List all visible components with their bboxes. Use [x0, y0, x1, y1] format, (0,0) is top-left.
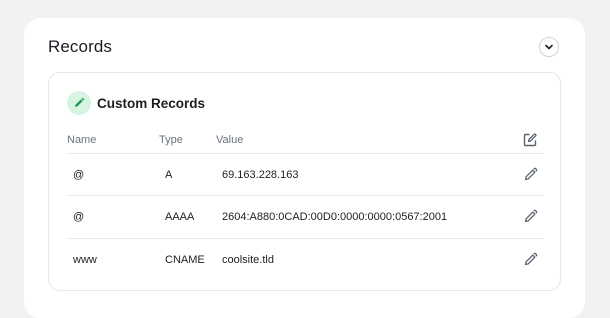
- collapse-button[interactable]: [539, 37, 559, 57]
- record-name: @: [73, 169, 85, 181]
- record-type: A: [165, 169, 173, 181]
- column-header-name: Name: [67, 134, 97, 146]
- pencil-icon: [67, 91, 91, 115]
- record-value: coolsite.tld: [222, 254, 274, 266]
- table-row: @ A 69.163.228.163: [67, 153, 544, 196]
- pencil-icon[interactable]: [523, 167, 538, 182]
- edit-square-icon[interactable]: [522, 132, 538, 148]
- column-header-type: Type: [159, 134, 183, 146]
- records-panel: Records Custom Records Name Type Value @…: [24, 18, 585, 318]
- card-title: Custom Records: [97, 95, 206, 111]
- record-type: CNAME: [165, 254, 205, 266]
- table-row: @ AAAA 2604:A880:0CAD:00D0:0000:0000:056…: [67, 195, 544, 238]
- record-value: 69.163.228.163: [222, 169, 299, 181]
- record-type: AAAA: [165, 211, 195, 223]
- record-name: @: [73, 211, 85, 223]
- table-row: www CNAME coolsite.tld: [67, 238, 544, 281]
- pencil-icon[interactable]: [523, 252, 538, 267]
- chevron-down-icon: [544, 42, 554, 52]
- record-value: 2604:A880:0CAD:00D0:0000:0000:0567:2001: [222, 211, 448, 223]
- card-header: Custom Records: [67, 91, 205, 115]
- record-name: www: [73, 254, 97, 266]
- custom-records-card: Custom Records Name Type Value @ A 69.16…: [48, 72, 561, 291]
- column-header-value: Value: [216, 134, 244, 146]
- section-title: Records: [48, 37, 113, 56]
- pencil-icon[interactable]: [523, 209, 538, 224]
